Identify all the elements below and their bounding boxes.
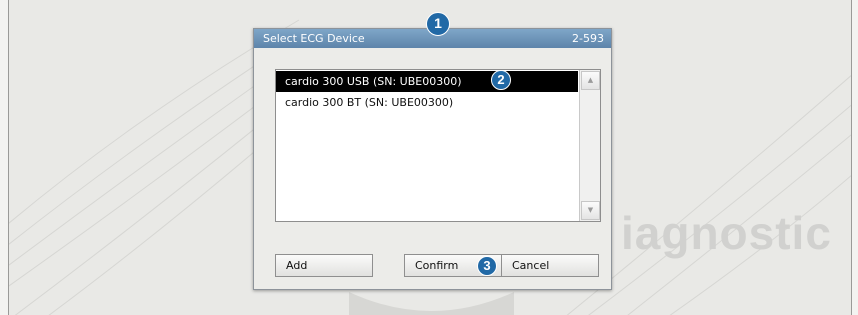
select-ecg-device-dialog: Select ECG Device 2-593 cardio 300 USB (… xyxy=(253,28,612,290)
callout-marker-3: 3 xyxy=(477,256,497,276)
callout-marker-1: 1 xyxy=(426,12,450,36)
device-list[interactable]: cardio 300 USB (SN: UBE00300) cardio 300… xyxy=(275,69,601,222)
add-button[interactable]: Add xyxy=(275,254,373,277)
scroll-down-icon[interactable]: ▼ xyxy=(581,201,600,220)
brand-text: iagnostic xyxy=(621,207,832,259)
dialog-code: 2-593 xyxy=(572,32,604,45)
device-list-scrollbar[interactable]: ▲ ▼ xyxy=(579,70,600,221)
device-list-item-bt[interactable]: cardio 300 BT (SN: UBE00300) xyxy=(276,92,578,113)
scroll-up-icon[interactable]: ▲ xyxy=(581,71,600,90)
device-list-item-usb[interactable]: cardio 300 USB (SN: UBE00300) xyxy=(276,71,578,92)
cancel-button[interactable]: Cancel xyxy=(501,254,599,277)
dialog-title: Select ECG Device xyxy=(263,32,365,45)
callout-marker-2: 2 xyxy=(491,70,511,90)
